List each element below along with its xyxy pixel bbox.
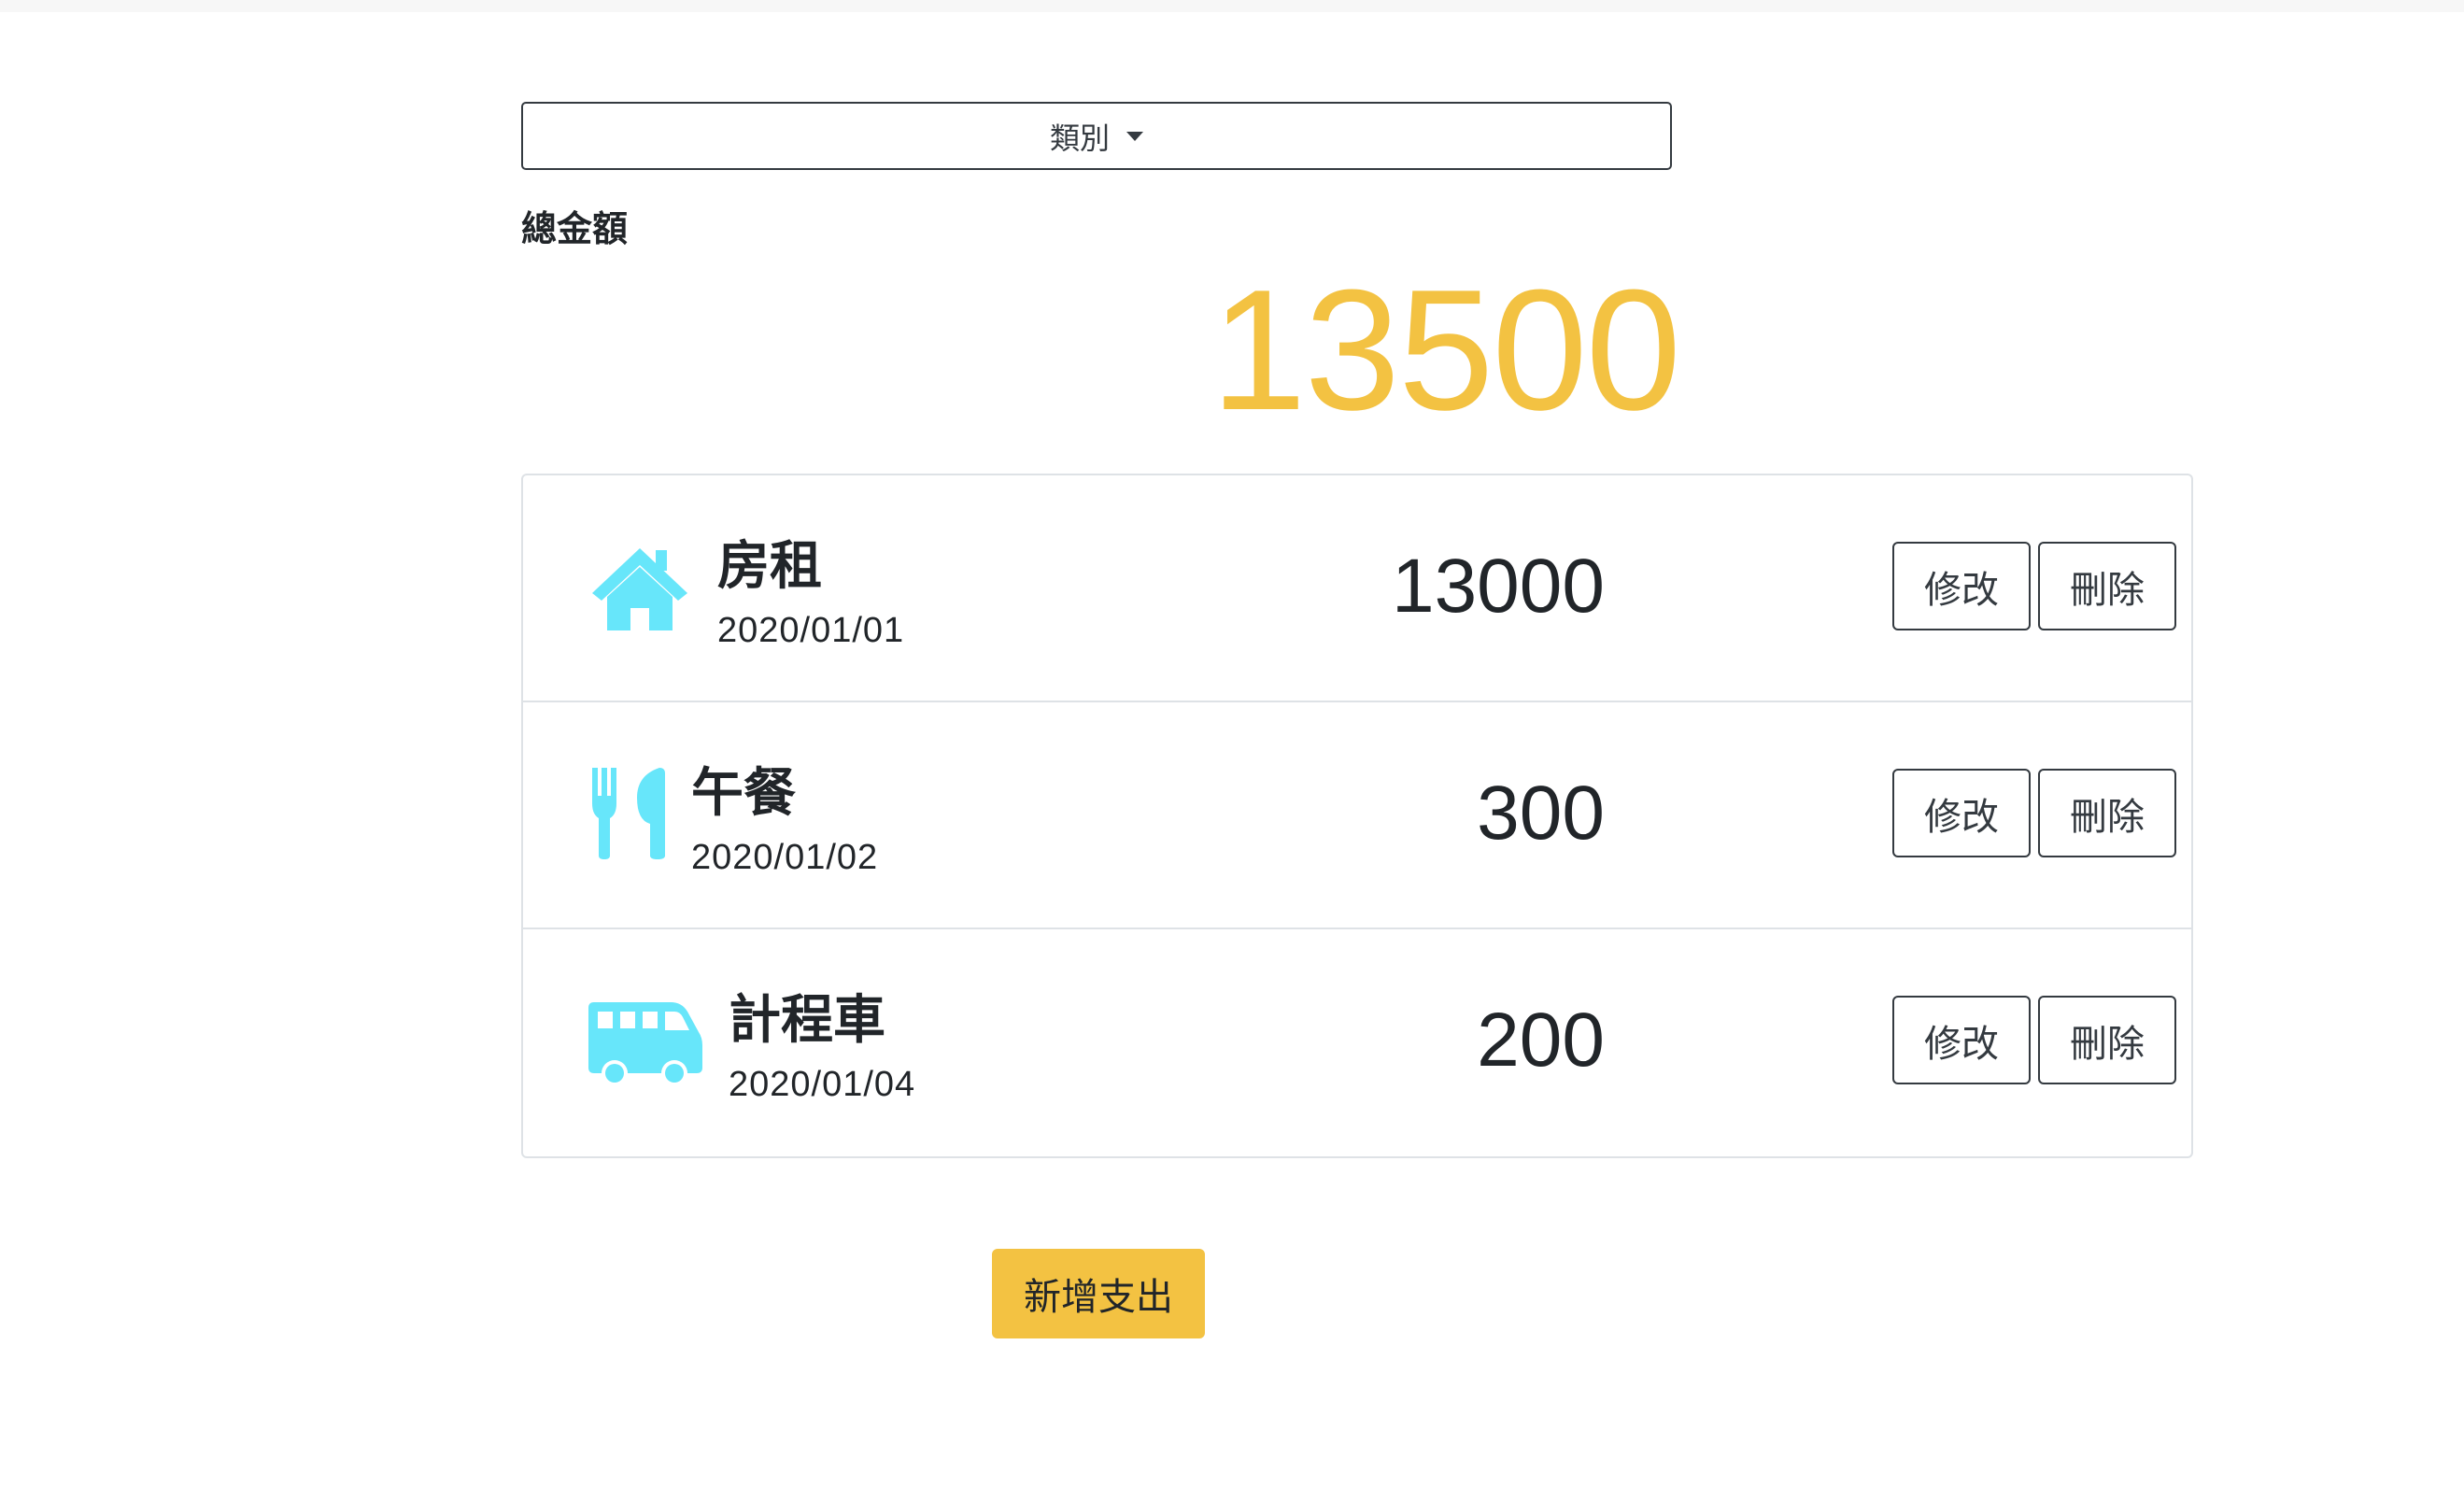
expense-amount: 200 (1477, 998, 1605, 1083)
category-dropdown-label: 類別 (1049, 120, 1110, 155)
edit-button[interactable]: 修改 (1892, 996, 2031, 1084)
total-label: 總金額 (521, 210, 629, 249)
total-value: 13500 (1211, 253, 1681, 446)
van-icon (588, 1002, 702, 1086)
expense-name: 計程車 (729, 990, 885, 1049)
expense-name: 午餐 (691, 763, 796, 822)
delete-button[interactable]: 刪除 (2038, 996, 2176, 1084)
delete-button[interactable]: 刪除 (2038, 542, 2176, 630)
expense-item: 計程車 2020/01/04 200 修改 刪除 (523, 929, 2191, 1156)
add-expense-button[interactable]: 新增支出 (992, 1249, 1205, 1338)
expense-amount: 300 (1477, 771, 1605, 856)
expense-item: 午餐 2020/01/02 300 修改 刪除 (523, 702, 2191, 929)
expense-date: 2020/01/02 (691, 837, 879, 877)
caret-down-icon (1126, 131, 1143, 141)
utensils-icon (588, 766, 667, 859)
expense-date: 2020/01/04 (729, 1064, 916, 1104)
house-icon (588, 543, 691, 636)
delete-button[interactable]: 刪除 (2038, 769, 2176, 857)
edit-button[interactable]: 修改 (1892, 542, 2031, 630)
edit-button[interactable]: 修改 (1892, 769, 2031, 857)
category-dropdown[interactable]: 類別 (521, 102, 1672, 170)
expense-list: 房租 2020/01/01 13000 修改 刪除 午餐 2020/01/02 … (521, 474, 2193, 1158)
top-bar (0, 0, 2464, 12)
expense-name: 房租 (717, 536, 822, 595)
expense-date: 2020/01/01 (717, 610, 905, 650)
expense-amount: 13000 (1391, 544, 1605, 629)
expense-item: 房租 2020/01/01 13000 修改 刪除 (523, 475, 2191, 702)
